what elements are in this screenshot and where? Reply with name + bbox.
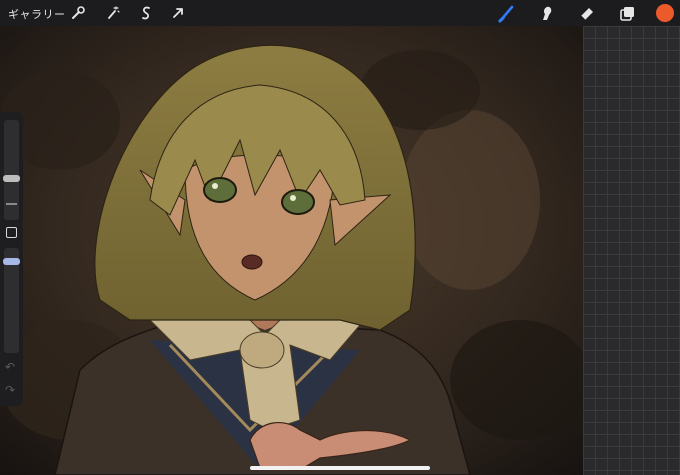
top-toolbar: ギャラリー	[0, 0, 680, 26]
smudge-icon[interactable]	[537, 3, 557, 23]
drawing-canvas[interactable]	[0, 26, 583, 475]
undo-icon[interactable]: ↶	[5, 360, 15, 374]
gallery-button[interactable]: ギャラリー	[8, 6, 66, 22]
home-indicator	[250, 466, 430, 470]
brush-size-slider[interactable]	[4, 120, 19, 220]
modify-button[interactable]	[6, 227, 17, 238]
layers-icon[interactable]	[617, 3, 637, 23]
brush-icon[interactable]	[497, 3, 517, 23]
brush-size-knob[interactable]	[3, 175, 20, 182]
transform-arrow-icon[interactable]	[168, 3, 188, 23]
eraser-icon[interactable]	[577, 3, 597, 23]
canvas-artwork	[0, 26, 583, 475]
slider-divider	[6, 203, 17, 205]
color-picker[interactable]	[656, 4, 674, 22]
selection-s-icon[interactable]	[136, 3, 156, 23]
magic-wand-icon[interactable]	[103, 3, 123, 23]
redo-icon[interactable]: ↷	[5, 383, 15, 397]
reference-panel	[583, 26, 680, 475]
left-sidebar: ↶ ↷	[0, 112, 23, 406]
opacity-knob[interactable]	[3, 258, 20, 265]
wrench-icon[interactable]	[68, 3, 88, 23]
